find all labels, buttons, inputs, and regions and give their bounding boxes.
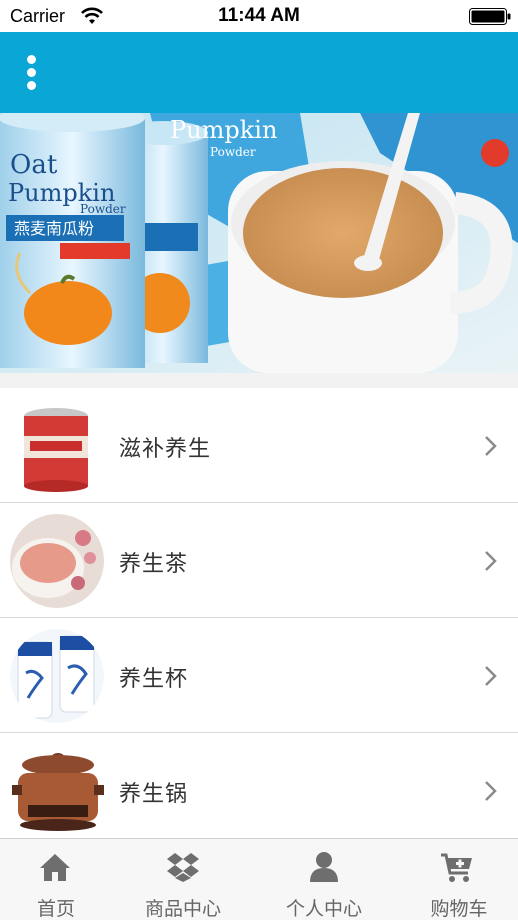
list-item-zibu-yangsheng[interactable]: 滋补养生	[0, 388, 518, 503]
product-thumbnail	[10, 629, 104, 723]
tab-home[interactable]: 首页	[0, 839, 112, 920]
chevron-right-icon	[485, 666, 497, 686]
battery-icon	[469, 8, 511, 25]
tab-cart[interactable]: 购物车	[400, 839, 518, 920]
status-bar: Carrier 11:44 AM	[0, 0, 518, 32]
cart-add-icon	[441, 853, 472, 882]
tab-label: 商品中心	[144, 898, 221, 920]
dropbox-icon	[167, 853, 199, 882]
menu-button[interactable]	[16, 52, 46, 92]
product-text-powder: Powder	[80, 202, 126, 216]
section-divider	[0, 373, 518, 388]
list-item-label: 养生茶	[119, 552, 189, 577]
bag-sub-text: Powder	[210, 145, 256, 159]
chevron-right-icon	[485, 551, 497, 571]
tab-product-center[interactable]: 商品中心	[118, 839, 248, 920]
list-item-label: 养生锅	[119, 782, 189, 807]
app-header	[0, 32, 518, 113]
list-item-yangsheng-guo[interactable]: 养生锅	[0, 733, 518, 848]
list-item-label: 养生杯	[119, 667, 189, 692]
banner-carousel[interactable]: Oat Pumpkin Powder 燕麦南瓜粉 Pumpkin Powder	[0, 113, 518, 373]
chevron-right-icon	[485, 781, 497, 801]
list-item-yangsheng-cha[interactable]: 养生茶	[0, 503, 518, 618]
list-item-label: 滋补养生	[119, 437, 212, 462]
bag-text: Pumpkin	[170, 116, 277, 144]
tab-label: 个人中心	[285, 898, 362, 920]
product-thumbnail	[8, 398, 106, 494]
product-thumbnail	[10, 514, 104, 608]
tab-label: 首页	[36, 898, 75, 920]
tab-bar: 首页 商品中心 个人中心 购物车	[0, 838, 518, 920]
home-icon	[40, 854, 70, 881]
product-thumbnail	[8, 743, 106, 839]
list-item-yangsheng-bei[interactable]: 养生杯	[0, 618, 518, 733]
tab-personal-center[interactable]: 个人中心	[258, 839, 390, 920]
banner-image: Oat Pumpkin Powder 燕麦南瓜粉 Pumpkin Powder	[0, 113, 518, 373]
chevron-right-icon	[485, 436, 497, 456]
clock: 11:44 AM	[218, 5, 300, 26]
product-text-cn: 燕麦南瓜粉	[14, 219, 94, 238]
user-icon	[310, 852, 338, 882]
product-text-oat: Oat	[10, 150, 58, 180]
tab-label: 购物车	[430, 898, 488, 920]
